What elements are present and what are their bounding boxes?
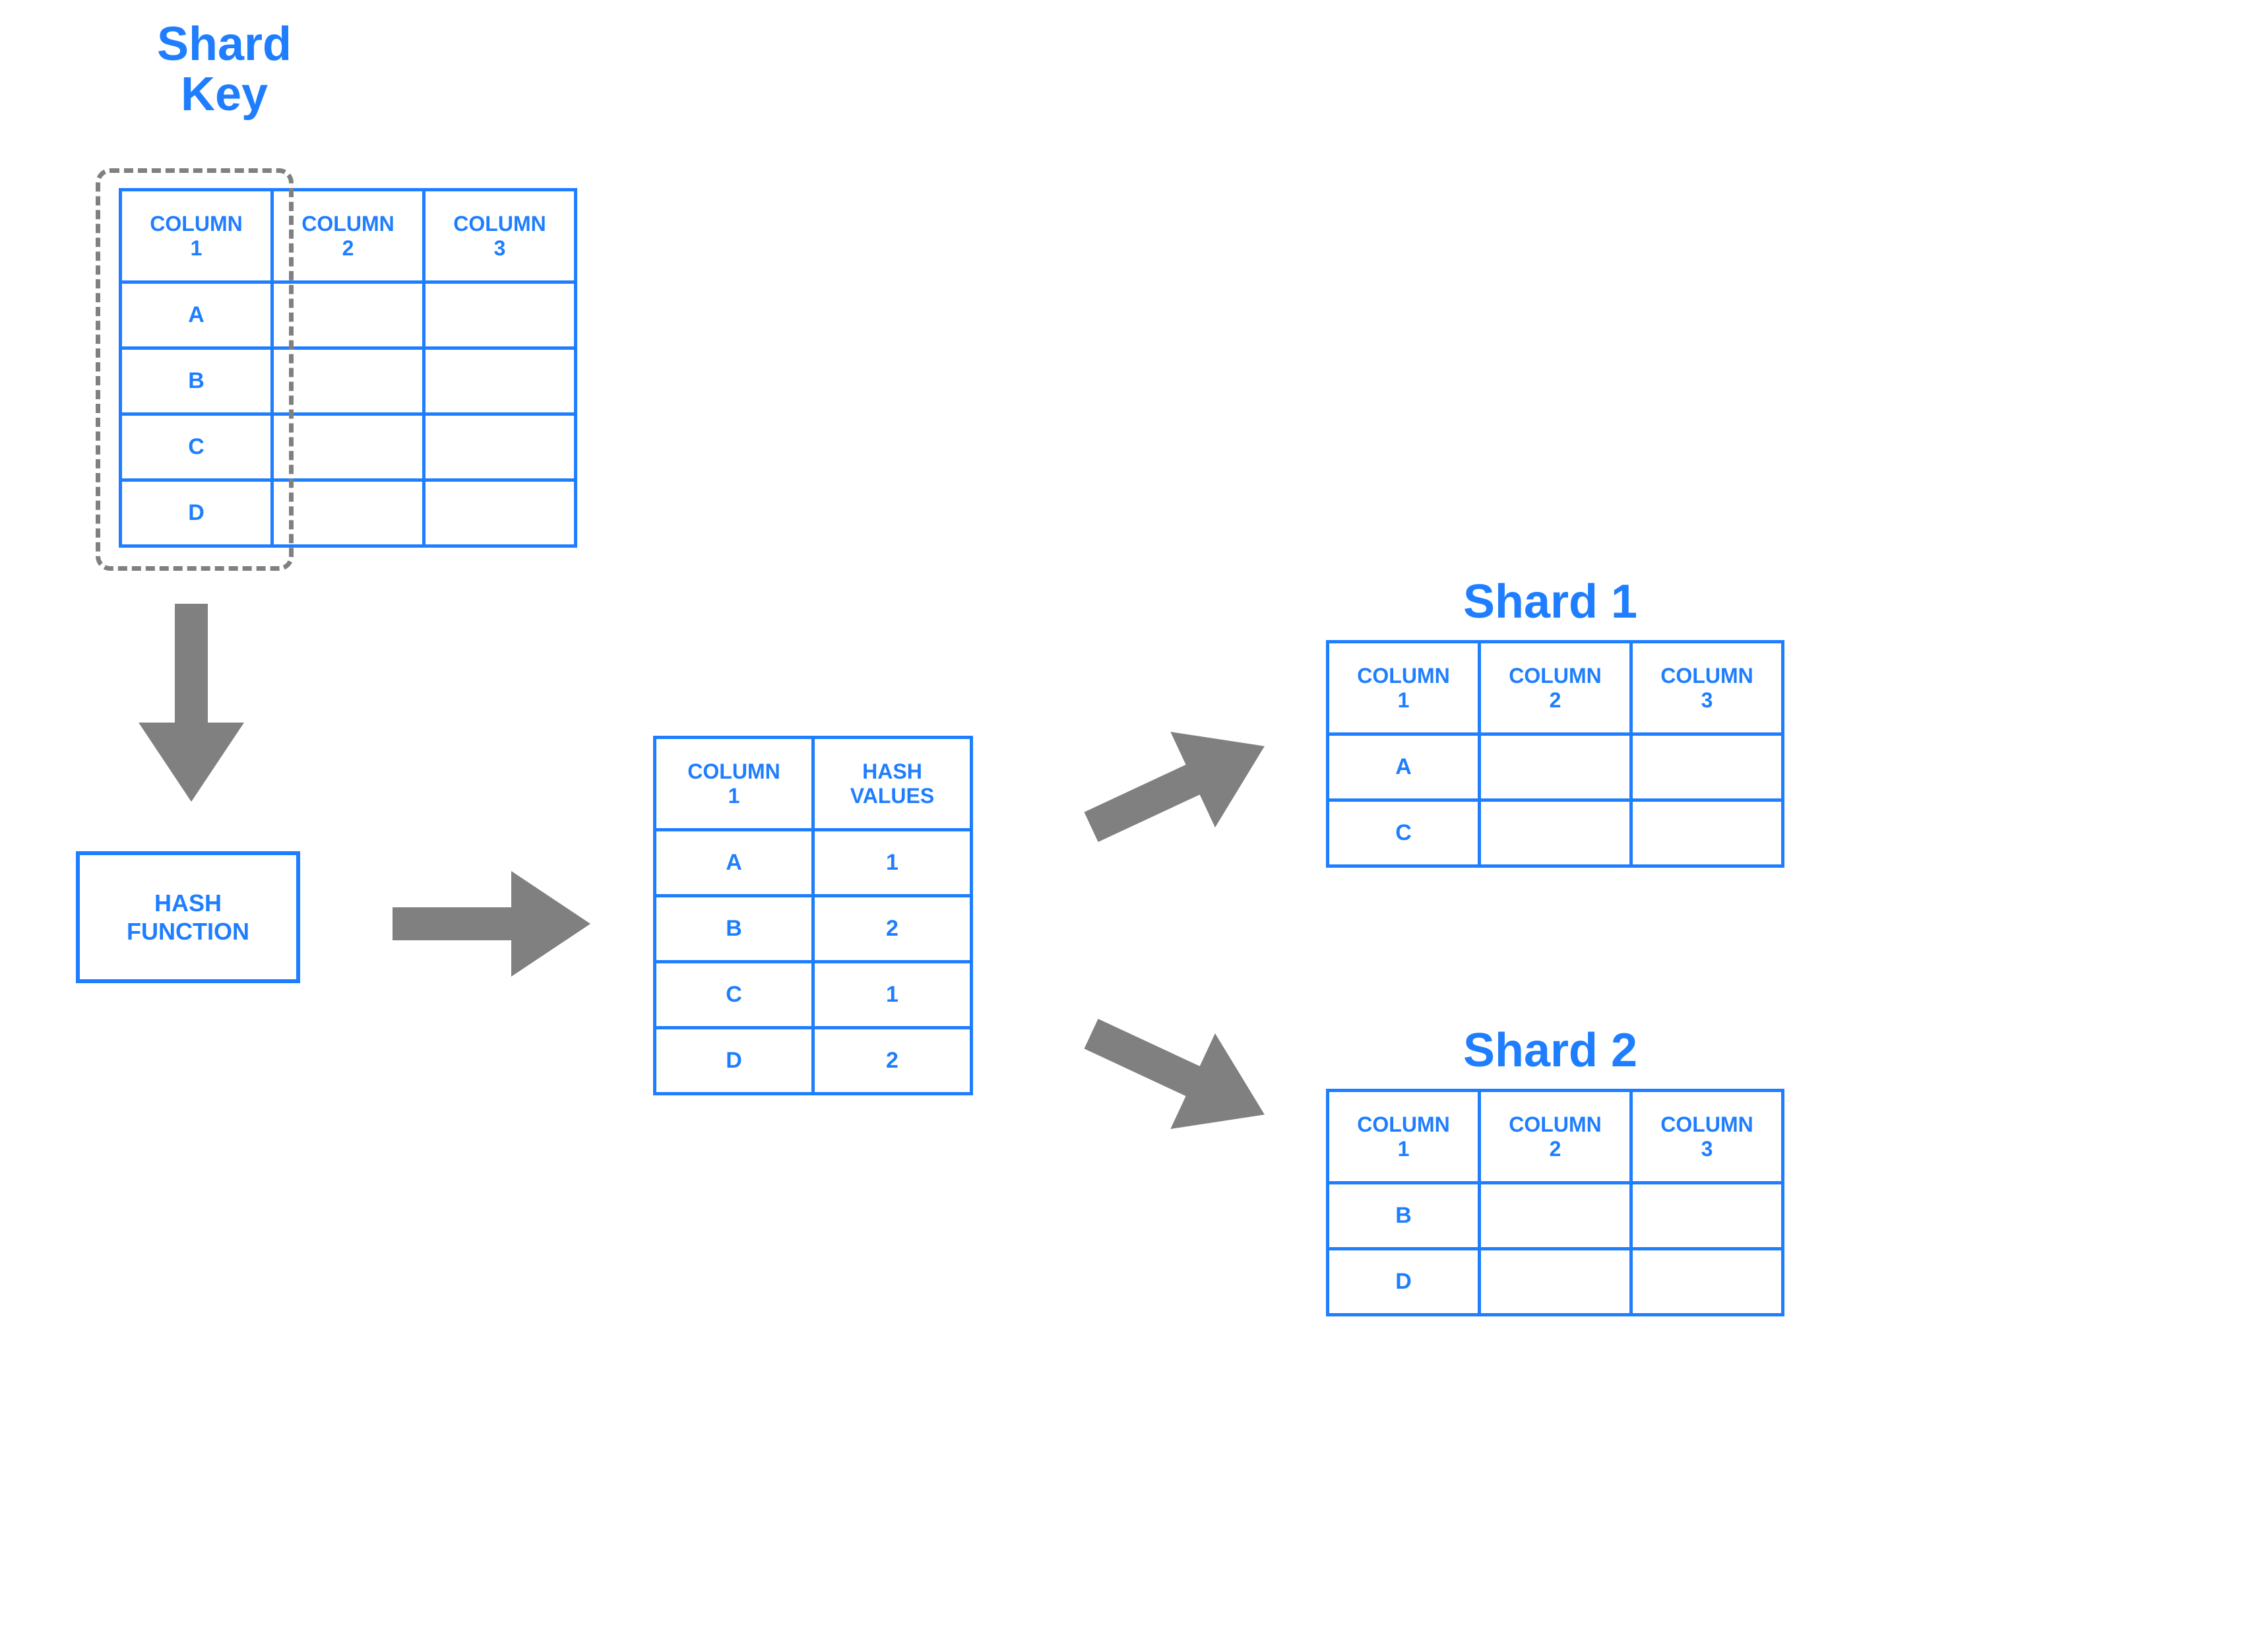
shard2-cell-empty xyxy=(1480,1183,1631,1249)
table-row: D 2 xyxy=(655,1028,972,1094)
shard1-cell: C xyxy=(1328,800,1480,866)
table-row: A xyxy=(1328,734,1783,800)
shard2-cell-empty xyxy=(1631,1183,1783,1249)
shard1-cell-empty xyxy=(1631,800,1783,866)
hash-val: 1 xyxy=(813,830,972,896)
shard-key-highlight xyxy=(96,168,294,571)
source-cell-empty xyxy=(424,348,576,414)
arrow-down-icon xyxy=(139,604,244,815)
source-cell-empty xyxy=(272,348,424,414)
source-cell-empty xyxy=(424,282,576,348)
hash-val: 2 xyxy=(813,1028,972,1094)
arrow-right-icon xyxy=(393,871,604,977)
table-row: B xyxy=(1328,1183,1783,1249)
shard2-cell: B xyxy=(1328,1183,1480,1249)
hash-key: B xyxy=(655,896,813,962)
arrow-downright-icon xyxy=(1082,1010,1280,1142)
shard1-col3-header: COLUMN 3 xyxy=(1631,642,1783,734)
shard-key-title: Shard Key xyxy=(109,20,340,119)
shard1-title: Shard 1 xyxy=(1385,577,1715,628)
shard2-col1-header: COLUMN 1 xyxy=(1328,1091,1480,1183)
shard2-col3-header: COLUMN 3 xyxy=(1631,1091,1783,1183)
shard2-cell: D xyxy=(1328,1249,1480,1315)
source-cell-empty xyxy=(424,414,576,480)
table-row: A 1 xyxy=(655,830,972,896)
hash-col1-header: COLUMN 1 xyxy=(655,738,813,830)
source-cell-empty xyxy=(272,480,424,546)
hash-val: 1 xyxy=(813,962,972,1028)
shard1-cell: A xyxy=(1328,734,1480,800)
hash-table: COLUMN 1 HASH VALUES A 1 B 2 C 1 D 2 xyxy=(653,736,973,1095)
table-row: C 1 xyxy=(655,962,972,1028)
source-cell-empty xyxy=(272,414,424,480)
source-cell-empty xyxy=(424,480,576,546)
hash-function-box: HASH FUNCTION xyxy=(76,851,300,983)
table-row: B 2 xyxy=(655,896,972,962)
shard1-cell-empty xyxy=(1631,734,1783,800)
shard2-col2-header: COLUMN 2 xyxy=(1480,1091,1631,1183)
arrow-upright-icon xyxy=(1082,719,1280,851)
hash-key: D xyxy=(655,1028,813,1094)
shard1-table: COLUMN 1 COLUMN 2 COLUMN 3 A C xyxy=(1326,640,1784,868)
source-col3-header: COLUMN 3 xyxy=(424,190,576,282)
shard2-table: COLUMN 1 COLUMN 2 COLUMN 3 B D xyxy=(1326,1089,1784,1316)
shard2-cell-empty xyxy=(1480,1249,1631,1315)
table-row: D xyxy=(1328,1249,1783,1315)
shard2-title: Shard 2 xyxy=(1385,1026,1715,1076)
hash-key: A xyxy=(655,830,813,896)
hash-values-header: HASH VALUES xyxy=(813,738,972,830)
hash-key: C xyxy=(655,962,813,1028)
shard2-cell-empty xyxy=(1631,1249,1783,1315)
source-col2-header: COLUMN 2 xyxy=(272,190,424,282)
shard1-col1-header: COLUMN 1 xyxy=(1328,642,1480,734)
table-row: C xyxy=(1328,800,1783,866)
shard1-cell-empty xyxy=(1480,734,1631,800)
hash-val: 2 xyxy=(813,896,972,962)
source-cell-empty xyxy=(272,282,424,348)
shard1-cell-empty xyxy=(1480,800,1631,866)
shard1-col2-header: COLUMN 2 xyxy=(1480,642,1631,734)
